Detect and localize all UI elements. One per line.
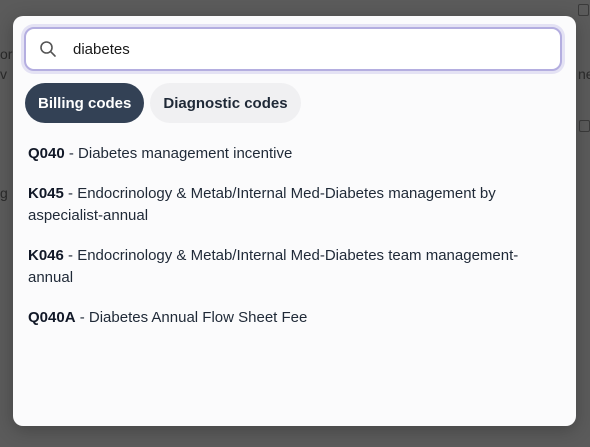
result-description: Diabetes management incentive xyxy=(78,145,293,162)
search-input[interactable] xyxy=(73,37,533,61)
result-separator: - xyxy=(64,145,79,162)
result-code: Q040 xyxy=(28,145,65,162)
result-code: K046 xyxy=(28,247,64,264)
copy-icon xyxy=(578,4,589,16)
backdrop-text-fragment: ne xyxy=(578,66,590,82)
search-box[interactable] xyxy=(24,27,562,71)
result-description: Endocrinology & Metab/Internal Med-Diabe… xyxy=(28,247,519,286)
copy-icon xyxy=(579,120,590,132)
backdrop-text-fragment: g xyxy=(0,185,8,201)
tab-diagnostic-codes[interactable]: Diagnostic codes xyxy=(150,83,301,123)
result-separator: - xyxy=(75,309,89,326)
result-item[interactable]: K045 - Endocrinology & Metab/Internal Me… xyxy=(28,183,563,227)
backdrop-text-fragment: or xyxy=(0,46,13,62)
result-separator: - xyxy=(63,185,78,202)
result-separator: - xyxy=(63,247,78,264)
code-search-modal: Billing codes Diagnostic codes Q040 - Di… xyxy=(13,16,576,426)
result-code: K045 xyxy=(28,185,64,202)
result-code: Q040A xyxy=(28,309,76,326)
results-list: Q040 - Diabetes management incentive K04… xyxy=(28,143,563,347)
result-description: Endocrinology & Metab/Internal Med-Diabe… xyxy=(28,185,496,224)
result-description: Diabetes Annual Flow Sheet Fee xyxy=(88,309,308,326)
result-item[interactable]: K046 - Endocrinology & Metab/Internal Me… xyxy=(28,245,563,289)
backdrop-text-fragment: v xyxy=(0,66,7,82)
result-item[interactable]: Q040 - Diabetes management incentive xyxy=(28,143,563,165)
search-icon xyxy=(39,40,57,58)
tab-billing-codes[interactable]: Billing codes xyxy=(25,83,145,123)
code-type-tabs: Billing codes Diagnostic codes xyxy=(25,83,301,123)
result-item[interactable]: Q040A - Diabetes Annual Flow Sheet Fee xyxy=(28,307,563,329)
